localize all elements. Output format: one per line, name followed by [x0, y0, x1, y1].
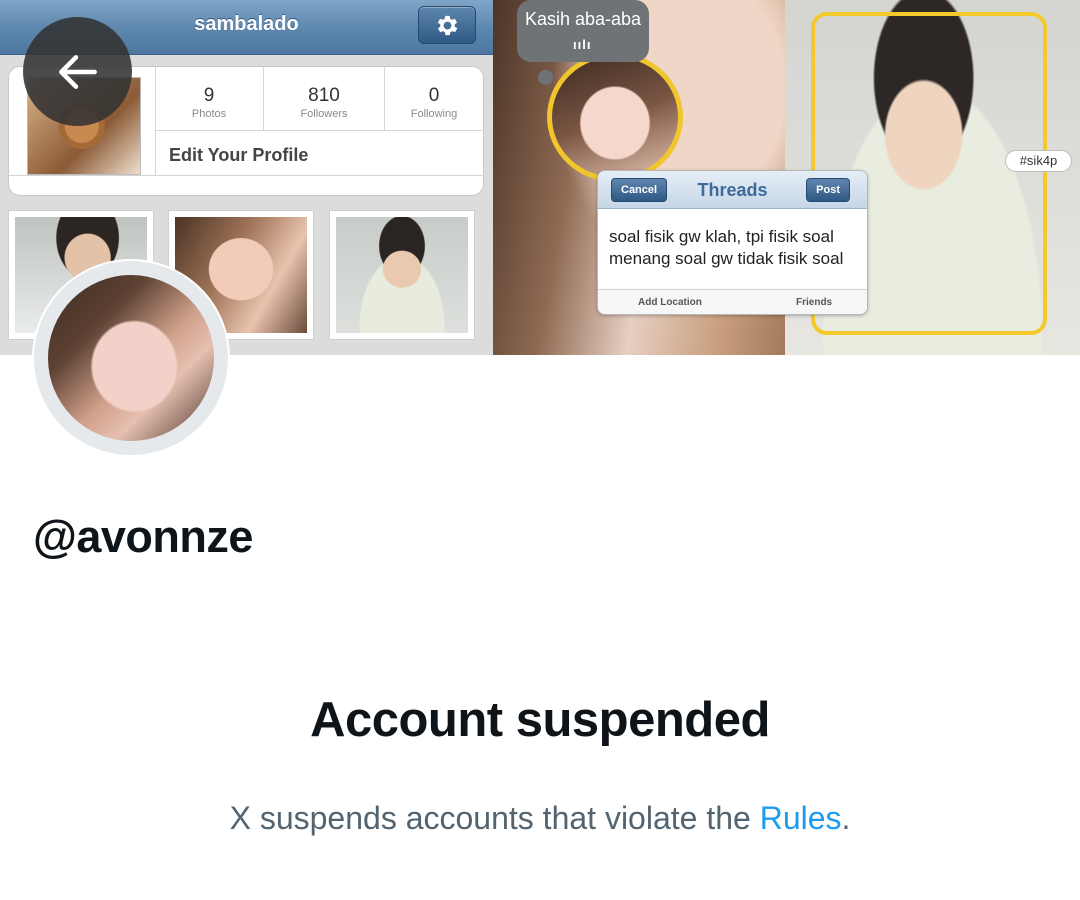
threads-add-location: Add Location [638, 297, 702, 308]
collage-settings-button [418, 6, 476, 44]
threads-dialog-text: soal fisik gw klah, tpi fisik soal menan… [609, 227, 844, 268]
story-circle-photo [547, 52, 683, 182]
threads-post-button: Post [806, 178, 850, 202]
hashtag-sticker: #sik4p [1005, 150, 1072, 172]
threads-friends: Friends [796, 297, 833, 308]
speech-bubble: Kasih aba-aba ıılı [517, 0, 649, 62]
collage-photo [329, 210, 475, 340]
arrow-left-icon [59, 55, 97, 89]
collage-stat-photos: 9 Photos [191, 85, 227, 120]
gear-icon [437, 15, 458, 36]
speech-bubble-tail [538, 70, 553, 85]
rules-link[interactable]: Rules [760, 800, 842, 836]
threads-dialog: Cancel Threads Post soal fisik gw klah, … [597, 170, 868, 315]
collage-edit-profile: Edit Your Profile [169, 145, 309, 165]
voice-wave-icon: ıılı [573, 37, 592, 52]
threads-dialog-footer: Add Location Friends [598, 289, 867, 314]
avatar-image [48, 275, 214, 441]
avatar[interactable] [32, 259, 230, 457]
collage-stat-followers: 810 Followers [300, 85, 348, 120]
collage-stat-following: 0 Following [410, 85, 458, 120]
speech-bubble-text: Kasih aba-aba [524, 9, 642, 29]
profile-handle: @avonnze [33, 511, 253, 562]
back-button[interactable] [23, 17, 132, 126]
suspended-description: X suspends accounts that violate the Rul… [229, 800, 851, 836]
threads-dialog-header: Cancel Threads Post [598, 171, 867, 209]
suspended-title: Account suspended [310, 693, 770, 747]
